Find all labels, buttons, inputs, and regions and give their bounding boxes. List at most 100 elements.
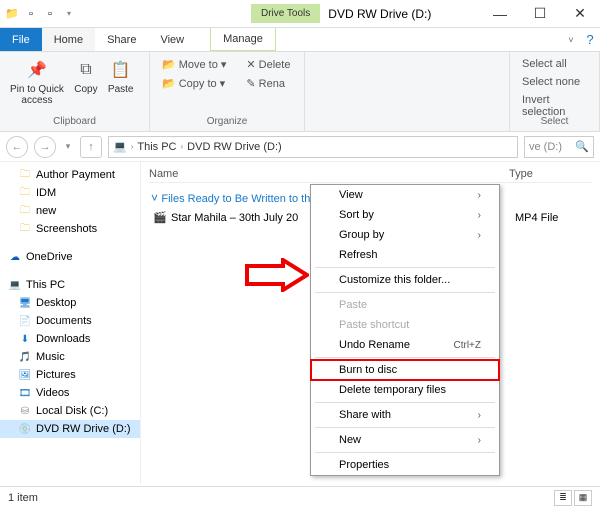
move-to-button[interactable]: 📂Move to ▾	[158, 56, 230, 73]
delete-icon: ✕	[246, 58, 255, 71]
sidebar-this-pc[interactable]: 💻This PC	[0, 276, 140, 294]
select-none-label: Select none	[522, 76, 580, 88]
delete-button[interactable]: ✕ Delete	[242, 56, 294, 73]
annotation-arrow	[245, 258, 309, 295]
sidebar-item[interactable]: 🖼Pictures	[0, 366, 140, 384]
sidebar-item[interactable]: 🎞Videos	[0, 384, 140, 402]
group-label-organize: Organize	[158, 116, 296, 127]
menu-burn-to-disc[interactable]: Burn to disc	[311, 360, 499, 380]
menu-share-with[interactable]: Share with›	[311, 405, 499, 425]
copy-to-button[interactable]: 📂Copy to ▾	[158, 75, 230, 92]
menu-properties[interactable]: Properties	[311, 455, 499, 475]
titlebar: 📁 ▫ ▫ ▾ Drive Tools DVD RW Drive (D:) — …	[0, 0, 600, 28]
sidebar-item[interactable]: 🗀IDM	[0, 184, 140, 202]
submenu-arrow-icon: ›	[478, 230, 481, 241]
sidebar-item-label: Desktop	[36, 297, 76, 309]
sidebar-item[interactable]: 🗀new	[0, 202, 140, 220]
search-input[interactable]: ve (D:) 🔍	[524, 136, 594, 158]
doc-icon: 📄	[18, 314, 32, 328]
tab-view[interactable]: View	[148, 28, 196, 51]
select-none-button[interactable]: Select none	[518, 74, 591, 90]
sidebar-item[interactable]: 💿DVD RW Drive (D:)	[0, 420, 140, 438]
menu-sort-label: Sort by	[339, 209, 374, 221]
up-button[interactable]: ↑	[80, 136, 102, 158]
breadcrumb-root[interactable]: This PC	[137, 141, 176, 153]
menu-group-label: Group by	[339, 229, 384, 241]
submenu-arrow-icon: ›	[478, 435, 481, 446]
pc-icon: 💻	[113, 140, 127, 153]
sidebar-item[interactable]: 🗀Screenshots	[0, 220, 140, 238]
sidebar-item-label: Documents	[36, 315, 92, 327]
details-view-button[interactable]: ≣	[554, 490, 572, 506]
maximize-button[interactable]: ☐	[520, 1, 560, 27]
breadcrumb-location[interactable]: DVD RW Drive (D:)	[187, 141, 282, 153]
sidebar-item[interactable]: 🖥Desktop	[0, 294, 140, 312]
column-header-type[interactable]: Type	[509, 168, 533, 180]
icons-view-button[interactable]: ▦	[574, 490, 592, 506]
tab-home[interactable]: Home	[42, 28, 95, 51]
music-icon: 🎵	[18, 350, 32, 364]
menu-view[interactable]: View ›	[311, 185, 499, 205]
address-field[interactable]: 💻 › This PC › DVD RW Drive (D:)	[108, 136, 518, 158]
column-header-name[interactable]: Name	[149, 168, 429, 180]
qat-icon-2[interactable]: ▫	[42, 6, 58, 22]
sidebar-item[interactable]: 🎵Music	[0, 348, 140, 366]
menu-burn-label: Burn to disc	[339, 364, 397, 376]
forward-button[interactable]: →	[34, 136, 56, 158]
status-bar: 1 item ≣ ▦	[0, 486, 600, 508]
ribbon-collapse-icon[interactable]: ˅	[562, 28, 580, 51]
pin-icon: 📌	[25, 58, 49, 82]
sidebar-item-label: DVD RW Drive (D:)	[36, 423, 131, 435]
sidebar-item[interactable]: ⛁ Local Disk (C:)	[0, 402, 140, 420]
sidebar-item[interactable]: 🗀Author Payment	[0, 166, 140, 184]
folder-icon: 🗀	[18, 168, 32, 182]
window-title: DVD RW Drive (D:)	[328, 7, 431, 21]
tab-share[interactable]: Share	[95, 28, 148, 51]
submenu-arrow-icon: ›	[478, 210, 481, 221]
rename-button[interactable]: ✎Rena	[242, 75, 294, 92]
invert-label: Invert selection	[522, 94, 587, 118]
drive-icon: ⛁	[18, 404, 32, 418]
menu-paste: Paste	[311, 295, 499, 315]
menu-view-label: View	[339, 189, 363, 201]
menu-new[interactable]: New ›	[311, 430, 499, 450]
menu-customize-folder[interactable]: Customize this folder...	[311, 270, 499, 290]
menu-refresh[interactable]: Refresh	[311, 245, 499, 265]
folder-icon: 🗀	[18, 222, 32, 236]
vid-icon: 🎞	[18, 386, 32, 400]
close-button[interactable]: ✕	[560, 1, 600, 27]
menu-share-label: Share with	[339, 409, 391, 421]
menu-delete-temp[interactable]: Delete temporary files	[311, 380, 499, 400]
menu-undo-rename[interactable]: Undo RenameCtrl+Z	[311, 335, 499, 355]
recent-locations-button[interactable]: ▾	[62, 136, 74, 158]
system-menu-icons: 📁 ▫ ▫ ▾	[0, 6, 81, 22]
menu-undo-label: Undo Rename	[339, 339, 410, 351]
sidebar-item[interactable]: ⬇Downloads	[0, 330, 140, 348]
submenu-arrow-icon: ›	[478, 190, 481, 201]
help-icon[interactable]: ?	[580, 28, 600, 51]
select-all-label: Select all	[522, 58, 567, 70]
folder-icon: 🗀	[18, 186, 32, 200]
sidebar-onedrive[interactable]: ☁OneDrive	[0, 248, 140, 266]
delete-label: Delete	[259, 59, 291, 71]
qat-dropdown-icon[interactable]: ▾	[61, 6, 77, 22]
tab-manage[interactable]: Manage	[210, 28, 276, 51]
back-button[interactable]: ←	[6, 136, 28, 158]
chevron-right-icon: ›	[179, 142, 186, 151]
address-bar: ← → ▾ ↑ 💻 › This PC › DVD RW Drive (D:) …	[0, 132, 600, 162]
menu-new-label: New	[339, 434, 361, 446]
qat-icon[interactable]: ▫	[23, 6, 39, 22]
sidebar-item[interactable]: 📄 Documents	[0, 312, 140, 330]
minimize-button[interactable]: —	[480, 1, 520, 27]
menu-paste-shortcut: Paste shortcut	[311, 315, 499, 335]
menu-group-by[interactable]: Group by ›	[311, 225, 499, 245]
sidebar-item-label: Local Disk (C:)	[36, 405, 108, 417]
menu-refresh-label: Refresh	[339, 249, 378, 261]
tab-file[interactable]: File	[0, 28, 42, 51]
paste-label: Paste	[108, 84, 134, 95]
pin-quick-access-button[interactable]: 📌 Pin to Quick access	[8, 56, 66, 108]
select-all-button[interactable]: Select all	[518, 56, 591, 72]
paste-button[interactable]: 📋 Paste	[106, 56, 136, 97]
menu-sort-by[interactable]: Sort by ›	[311, 205, 499, 225]
copy-button[interactable]: ⧉ Copy	[72, 56, 100, 97]
